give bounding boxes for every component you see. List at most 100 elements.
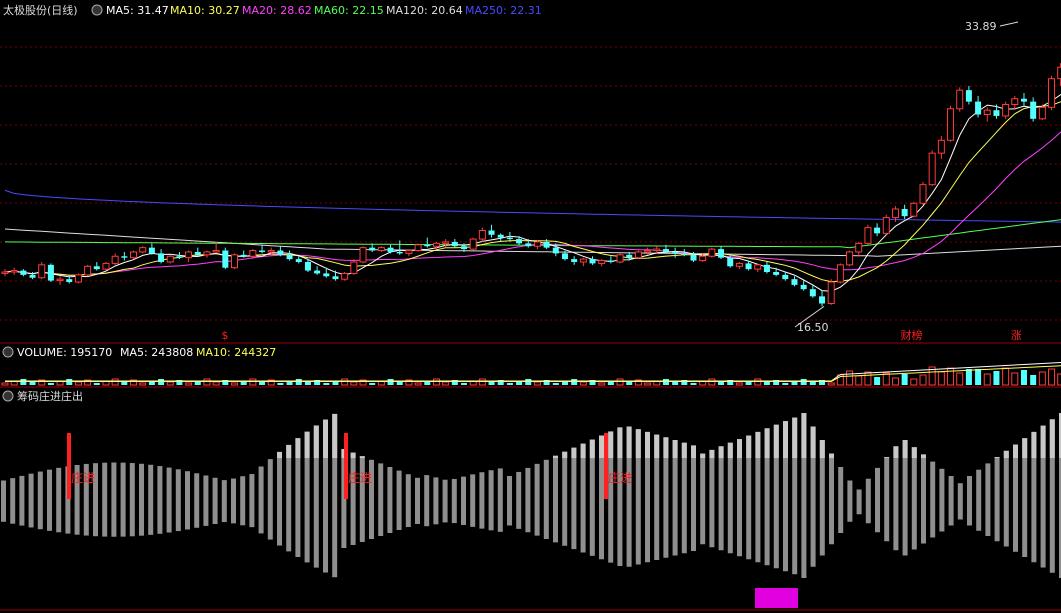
candle-down xyxy=(516,239,523,244)
indicator-bar xyxy=(267,459,273,540)
candle-up xyxy=(533,241,541,247)
indicator-bar-highlight xyxy=(718,446,724,458)
volume-bar-down xyxy=(277,383,284,385)
indicator-bar xyxy=(221,480,227,523)
volume-bar-up xyxy=(735,382,743,386)
indicator-bar-highlight xyxy=(994,457,1000,458)
indicator-bar xyxy=(451,478,457,524)
indicator-bar xyxy=(28,473,34,528)
indicator-bar xyxy=(525,467,531,533)
candle-down xyxy=(194,251,201,255)
volume-bar-up xyxy=(442,381,450,386)
indicator-bar-highlight xyxy=(1003,450,1009,458)
candle-up xyxy=(74,274,82,283)
candle-down xyxy=(424,244,431,247)
candle-up xyxy=(891,208,899,219)
candle-down xyxy=(121,256,128,258)
ma20-line xyxy=(4,131,1061,276)
candle-down xyxy=(662,249,669,252)
volume-bar-down xyxy=(1030,375,1037,385)
candle-up xyxy=(185,251,193,259)
volume-bar-down xyxy=(809,382,816,385)
indicator-bar-highlight xyxy=(635,429,641,458)
candle-down xyxy=(47,264,54,281)
candle-down xyxy=(20,270,27,275)
volume-bar-up xyxy=(74,381,82,386)
stock-chart: 33.89 16.50 $ 财榜 涨 庄进 庄进 庄进 太极股份(日线) MA5: 31… xyxy=(0,3,1061,611)
indicator-bar-highlight xyxy=(304,431,310,458)
indicator-bar-highlight xyxy=(663,437,669,458)
indicator-bar-highlight xyxy=(608,431,614,458)
candle-up xyxy=(350,261,358,274)
indicator-bar-highlight xyxy=(902,440,908,458)
volume-bar-up xyxy=(533,381,541,386)
indicator-bar-highlight xyxy=(1022,438,1028,458)
indicator-bar-highlight xyxy=(562,451,568,458)
indicator-bar xyxy=(350,452,356,545)
legend-toggle-icon[interactable] xyxy=(91,4,103,16)
volume-bar-up xyxy=(1002,367,1010,386)
indicator-bar-highlight xyxy=(727,442,733,458)
indicator-bar xyxy=(967,476,972,526)
indicator-bar-highlight xyxy=(323,419,328,458)
volume-bar-down xyxy=(1020,370,1027,385)
indicator-bar xyxy=(10,478,16,524)
candle-up xyxy=(754,264,762,270)
volume-toggle-icon[interactable] xyxy=(2,346,14,358)
indicator-bar xyxy=(856,489,862,515)
indicator-bar xyxy=(829,453,834,545)
volume-bar-up xyxy=(983,373,991,386)
indicator-bar xyxy=(212,477,218,525)
indicator-bar-highlight xyxy=(746,435,752,458)
volume-bar-down xyxy=(304,382,311,385)
volume-bar-down xyxy=(259,382,266,385)
candle-down xyxy=(965,90,972,102)
volume-bar-down xyxy=(121,382,128,385)
indicator-toggle-icon[interactable] xyxy=(2,390,14,402)
indicator-bar-highlight xyxy=(645,431,650,458)
indicator-bar xyxy=(543,459,549,539)
candle-down xyxy=(1020,98,1027,102)
indicator-bar xyxy=(507,476,512,526)
candle-up xyxy=(139,247,147,253)
candle-down xyxy=(626,254,633,258)
volume-bar-down xyxy=(93,383,100,385)
candle-down xyxy=(259,250,266,252)
candle-down xyxy=(176,256,183,258)
candle-down xyxy=(773,272,780,275)
indicator-bar-highlight xyxy=(911,447,917,458)
indicator-bar xyxy=(139,463,144,536)
volume-bar-down xyxy=(626,382,633,385)
indicator-bar xyxy=(681,442,687,554)
candle-up xyxy=(579,258,587,263)
volume-bar-down xyxy=(690,383,697,385)
indicator-bar xyxy=(838,467,844,533)
indicator-bar xyxy=(911,447,917,550)
indicator-bar-highlight xyxy=(709,449,715,458)
candlesticks[interactable] xyxy=(1,57,1061,307)
volume-bar-down xyxy=(369,383,376,385)
volume-bar-up xyxy=(212,381,220,386)
candle-up xyxy=(1048,78,1056,108)
candle-up xyxy=(846,251,854,266)
volume-bar-up xyxy=(855,375,863,386)
indicator-bar xyxy=(194,473,200,528)
indicator-bar-highlight xyxy=(819,440,825,458)
indicator-bar xyxy=(930,461,936,538)
volume-bar-up xyxy=(350,381,358,386)
indicator-bar-highlight xyxy=(681,442,687,458)
entry-marker-bar xyxy=(344,433,348,499)
ma20-label: MA20: 28.62 xyxy=(242,4,312,17)
indicator-legend: 筹码庄进庄出 xyxy=(2,389,83,403)
price-grid xyxy=(0,46,1061,321)
indicator-bar-highlight xyxy=(792,417,798,458)
volume-legend: VOLUME: 195170 MA5: 243808 MA10: 244327 xyxy=(2,346,276,359)
candle-up xyxy=(855,242,863,253)
candle-up xyxy=(249,250,257,257)
candle-up xyxy=(166,255,174,263)
volume-bar-up xyxy=(644,382,652,386)
candle-up xyxy=(956,89,964,110)
candle-down xyxy=(369,247,376,251)
magenta-signal-block xyxy=(755,588,798,608)
candle-up xyxy=(432,242,440,247)
